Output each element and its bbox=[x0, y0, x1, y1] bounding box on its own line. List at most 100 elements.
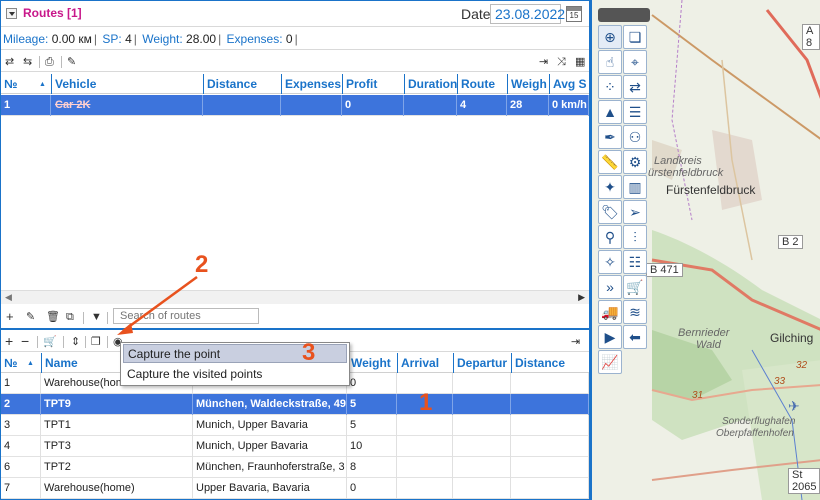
edit-icon[interactable]: ✎ bbox=[26, 310, 35, 324]
route-number: 31 bbox=[692, 390, 704, 401]
cart-icon[interactable]: 🛒 bbox=[43, 335, 57, 349]
road-label: St 2065 bbox=[788, 468, 820, 494]
layers-icon[interactable]: ❐ bbox=[91, 335, 101, 349]
panel-divider[interactable] bbox=[1, 328, 589, 330]
routes-toolbar: ⇄ ⇆ ⎙ ✎ ⇥ ⤨ ▦ bbox=[1, 52, 589, 72]
wrench-icon[interactable]: ✎ bbox=[67, 55, 76, 69]
col-vehicle[interactable]: Vehicle bbox=[51, 74, 203, 94]
col-number[interactable]: № bbox=[1, 353, 41, 373]
map-label: Oberpfaffenhofen bbox=[716, 428, 794, 439]
add-route-icon[interactable]: + bbox=[6, 310, 14, 324]
scroll-right-icon[interactable]: ▶ bbox=[578, 292, 585, 303]
airport-icon: ✈ bbox=[788, 398, 800, 414]
col-arrival[interactable]: Arrival bbox=[397, 353, 453, 373]
annotation-3: 3 bbox=[302, 339, 316, 366]
annotation-1: 1 bbox=[419, 389, 433, 416]
col-profit[interactable]: Profit bbox=[342, 74, 404, 94]
tag-arrow-icon[interactable]: ⬅ bbox=[623, 325, 647, 349]
sort-asc-icon: ▲ bbox=[39, 81, 46, 88]
collapse-right-icon[interactable]: ⇥ bbox=[571, 335, 580, 349]
vehicle-icon[interactable]: 🚚 bbox=[598, 300, 622, 324]
road-label: B 2 bbox=[778, 235, 803, 249]
magic-wand-icon[interactable]: ✦ bbox=[598, 175, 622, 199]
route-stats: Mileage: 0.00 км | SP: 4 | Weight: 28.00 | … bbox=[1, 28, 589, 50]
route-number: 33 bbox=[774, 376, 786, 387]
map-pin-icon[interactable]: ⌖ bbox=[623, 50, 647, 74]
map-label: ürstenfeldbruck bbox=[648, 167, 724, 179]
list-remove-icon[interactable]: ☰ bbox=[623, 100, 647, 124]
table-row[interactable]: 2 TPT9 München, Waldeckstraße, 49 5 bbox=[1, 394, 589, 415]
col-distance[interactable]: Distance bbox=[203, 74, 281, 94]
collapse-dropdown-icon[interactable] bbox=[6, 8, 17, 19]
send-icon[interactable]: ➢ bbox=[623, 200, 647, 224]
route-remove-icon[interactable]: ⚇ bbox=[623, 125, 647, 149]
col-weight[interactable]: Weigh bbox=[507, 74, 549, 94]
pin-route-icon[interactable]: ⚲ bbox=[598, 225, 622, 249]
route-number: 32 bbox=[796, 360, 808, 371]
table-row[interactable]: 7 Warehouse(home) Upper Bavaria, Bavaria… bbox=[1, 478, 589, 499]
copy-icon[interactable]: ⧉ bbox=[66, 310, 74, 324]
shuffle-icon[interactable]: ⤨ bbox=[557, 55, 566, 69]
col-distance[interactable]: Distance bbox=[511, 353, 589, 373]
routes-header: Routes [1] Date 23.08.2022 15 bbox=[1, 1, 589, 27]
bars-icon[interactable]: ▥ bbox=[623, 175, 647, 199]
points-icon[interactable]: ⁘ bbox=[598, 75, 622, 99]
capture-context-menu: Capture the point Capture the visited po… bbox=[120, 342, 350, 386]
col-weight[interactable]: Weight bbox=[347, 353, 397, 373]
annotation-2: 2 bbox=[195, 251, 209, 278]
arrows-swap-icon[interactable]: ⇄ bbox=[623, 75, 647, 99]
remove-point-icon[interactable]: − bbox=[21, 334, 29, 348]
sort-asc-icon: ▲ bbox=[27, 360, 34, 367]
tag-icon[interactable]: 🏷 bbox=[598, 200, 622, 224]
swap-icon[interactable]: ⇄ bbox=[5, 55, 14, 69]
filter-icon[interactable]: ▼ bbox=[91, 310, 102, 324]
chevrons-icon[interactable]: » bbox=[598, 275, 622, 299]
col-avg-speed[interactable]: Avg S bbox=[549, 74, 589, 94]
delete-icon[interactable]: 🗑 bbox=[46, 310, 60, 324]
checklist-icon[interactable]: ☷ bbox=[623, 250, 647, 274]
col-duration[interactable]: Duration bbox=[404, 74, 457, 94]
routes-actions-toolbar: + ✎ 🗑 ⧉ ▼ bbox=[1, 306, 589, 328]
collapse-right-icon[interactable]: ⇥ bbox=[539, 55, 548, 69]
pen-icon[interactable]: ✒ bbox=[598, 125, 622, 149]
map-label: Wald bbox=[696, 339, 721, 351]
add-point-icon[interactable]: + bbox=[5, 334, 13, 348]
ruler-icon[interactable]: 📏 bbox=[598, 150, 622, 174]
routes-title: Routes [1] bbox=[23, 6, 82, 20]
grid-icon[interactable]: ▦ bbox=[575, 55, 585, 69]
calendar-icon[interactable]: 15 bbox=[566, 6, 582, 22]
play-icon[interactable]: ▶ bbox=[598, 325, 622, 349]
reverse-icon[interactable]: ⇆ bbox=[23, 55, 32, 69]
col-expenses[interactable]: Expenses bbox=[281, 74, 342, 94]
folder-icon[interactable]: ❏ bbox=[623, 25, 647, 49]
map-label: Sonderflughafen bbox=[722, 416, 796, 427]
road-label: B 471 bbox=[646, 263, 683, 277]
brush-icon[interactable]: ✧ bbox=[598, 250, 622, 274]
road-label: A 8 bbox=[802, 24, 820, 50]
map-toolbar-handle[interactable] bbox=[598, 8, 650, 22]
routes-panel: Routes [1] Date 23.08.2022 15 Mileage: 0… bbox=[0, 0, 590, 500]
col-route[interactable]: Route bbox=[457, 74, 507, 94]
table-row[interactable]: 3 TPT1 Munich, Upper Bavaria 5 bbox=[1, 415, 589, 436]
triangle-icon[interactable]: ▲ bbox=[598, 100, 622, 124]
sliders-icon[interactable]: ⫶ bbox=[623, 225, 647, 249]
scroll-left-icon[interactable]: ◀ bbox=[5, 292, 12, 303]
map-view[interactable]: ⊕ ❏ ☝ ⌖ ⁘ ⇄ ▲ ☰ ✒ ⚇ 📏 ⚙ ✦ ▥ 🏷 ➢ ⚲ ⫶ ✧ ☷ … bbox=[590, 0, 820, 500]
sort-updown-icon[interactable]: ⇕ bbox=[71, 335, 80, 349]
menu-item-capture-visited[interactable]: Capture the visited points bbox=[123, 365, 347, 384]
locate-icon[interactable]: ⊕ bbox=[598, 25, 622, 49]
routes-table-header: № Vehicle Distance Expenses Profit Durat… bbox=[1, 74, 589, 94]
date-input[interactable]: 23.08.2022 bbox=[490, 4, 565, 24]
print-icon[interactable]: ⎙ bbox=[45, 55, 54, 69]
horizontal-scrollbar[interactable]: ◀ ▶ bbox=[1, 290, 589, 304]
table-row[interactable]: 6 TPT2 München, Fraunhoferstraße, 3 8 bbox=[1, 457, 589, 478]
col-departure[interactable]: Departur bbox=[453, 353, 511, 373]
hand-pointer-icon[interactable]: ☝ bbox=[598, 50, 622, 74]
cart-check-icon[interactable]: 🛒 bbox=[623, 275, 647, 299]
chart-up-icon[interactable]: 📈 bbox=[598, 350, 622, 374]
table-row[interactable]: 4 TPT3 Munich, Upper Bavaria 10 bbox=[1, 436, 589, 457]
table-row[interactable]: 1 Car 2K 0 4 28 0 km/h bbox=[1, 95, 589, 116]
gear-icon[interactable]: ⚙ bbox=[623, 150, 647, 174]
map-label: Gilching bbox=[770, 331, 814, 345]
signal-icon[interactable]: ≋ bbox=[623, 300, 647, 324]
